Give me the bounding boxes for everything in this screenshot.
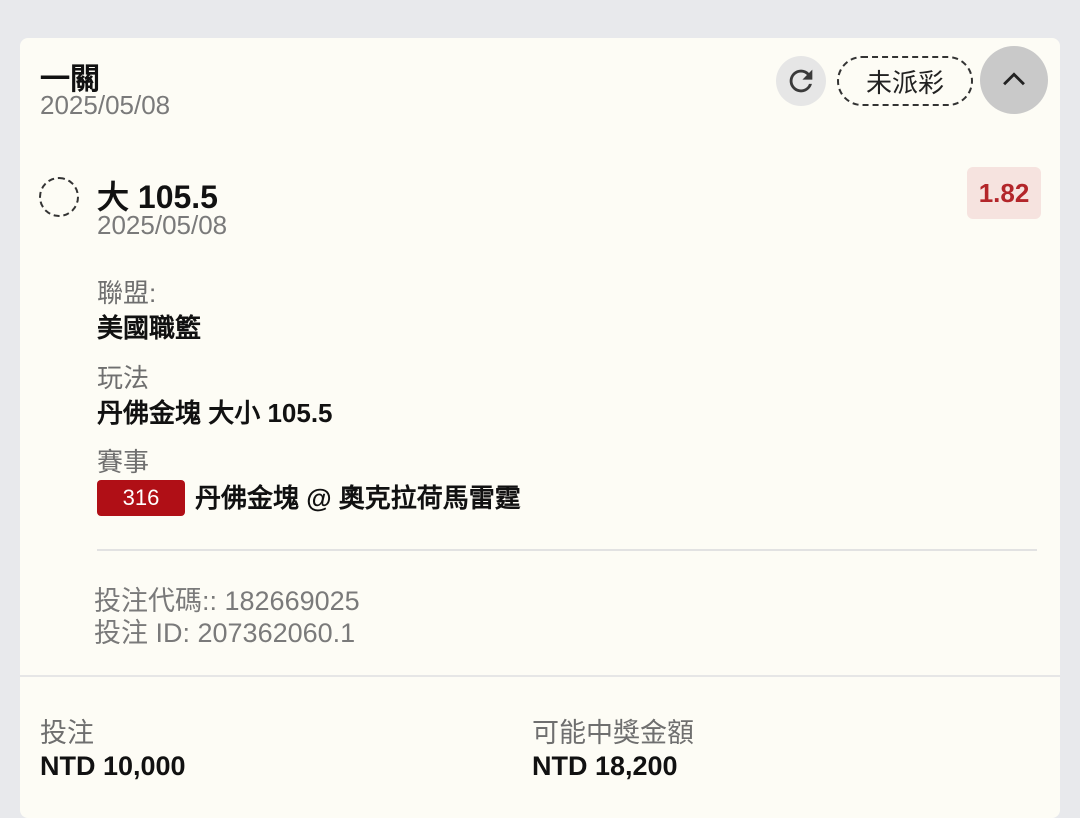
collapse-button[interactable] [980, 46, 1048, 114]
league-value: 美國職籃 [97, 313, 202, 343]
market-value: 丹佛金塊 大小 105.5 [97, 398, 333, 428]
bet-card: 一關 2025/05/08 未派彩 大 105.5 2025/05/08 1.8… [20, 38, 1060, 818]
bet-date: 2025/05/08 [40, 90, 171, 120]
stake-label: 投注 [40, 718, 94, 748]
payout-label: 可能中獎金額 [532, 718, 694, 748]
market-label: 玩法 [97, 363, 150, 393]
chevron-up-icon [1003, 72, 1025, 86]
odds-badge: 1.82 [967, 167, 1041, 219]
payout-value: NTD 18,200 [532, 751, 678, 781]
refresh-button[interactable] [776, 56, 826, 106]
refresh-icon [789, 69, 813, 93]
status-badge: 未派彩 [837, 56, 973, 106]
league-label: 聯盟: [97, 278, 157, 308]
match-number-badge: 316 [97, 480, 185, 516]
stake-value: NTD 10,000 [40, 751, 186, 781]
selection-status-icon [39, 177, 79, 217]
bet-id: 投注 ID: 207362060.1 [94, 618, 356, 648]
match-name: 丹佛金塊 @ 奧克拉荷馬雷霆 [195, 483, 521, 513]
selection-date: 2025/05/08 [97, 210, 228, 240]
divider [97, 549, 1037, 551]
event-label: 賽事 [97, 447, 150, 477]
footer-divider [20, 675, 1060, 677]
